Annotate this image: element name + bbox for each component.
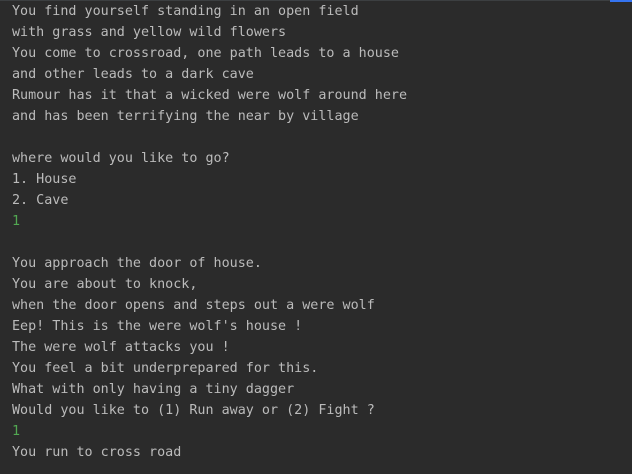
console-output-line: Rumour has it that a wicked were wolf ar… xyxy=(12,88,408,103)
console-output-line: You come to crossroad, one path leads to… xyxy=(12,46,399,61)
console-output-line: You are about to knock, xyxy=(12,277,198,292)
console-output-line: where would you like to go? xyxy=(12,151,230,166)
console-output-line: and other leads to a dark cave xyxy=(12,67,254,82)
console-output-line: Eep! This is the were wolf's house ! xyxy=(12,319,303,334)
console-output-line: What with only having a tiny dagger xyxy=(12,382,295,397)
console-output-line: You find yourself standing in an open fi… xyxy=(12,4,359,19)
console-user-input-line: 1 xyxy=(12,424,21,439)
console-output-line: You feel a bit underprepared for this. xyxy=(12,361,319,376)
console-output-line: 1. House xyxy=(12,172,77,187)
console-user-input-line: 1 xyxy=(12,214,21,229)
console-output-line: You run to cross road xyxy=(12,445,182,460)
console-output-line: Would you like to (1) Run away or (2) Fi… xyxy=(12,403,375,418)
console-output-line: when the door opens and steps out a were… xyxy=(12,298,375,313)
console-output-line: with grass and yellow wild flowers xyxy=(12,25,287,40)
console-output-line: and has been terrifying the near by vill… xyxy=(12,109,359,124)
console-output-line: The were wolf attacks you ! xyxy=(12,340,230,355)
console-output-line: 2. Cave xyxy=(12,193,69,208)
console-output-line: You approach the door of house. xyxy=(12,256,262,271)
run-console-output[interactable]: You find yourself standing in an open fi… xyxy=(12,1,624,463)
